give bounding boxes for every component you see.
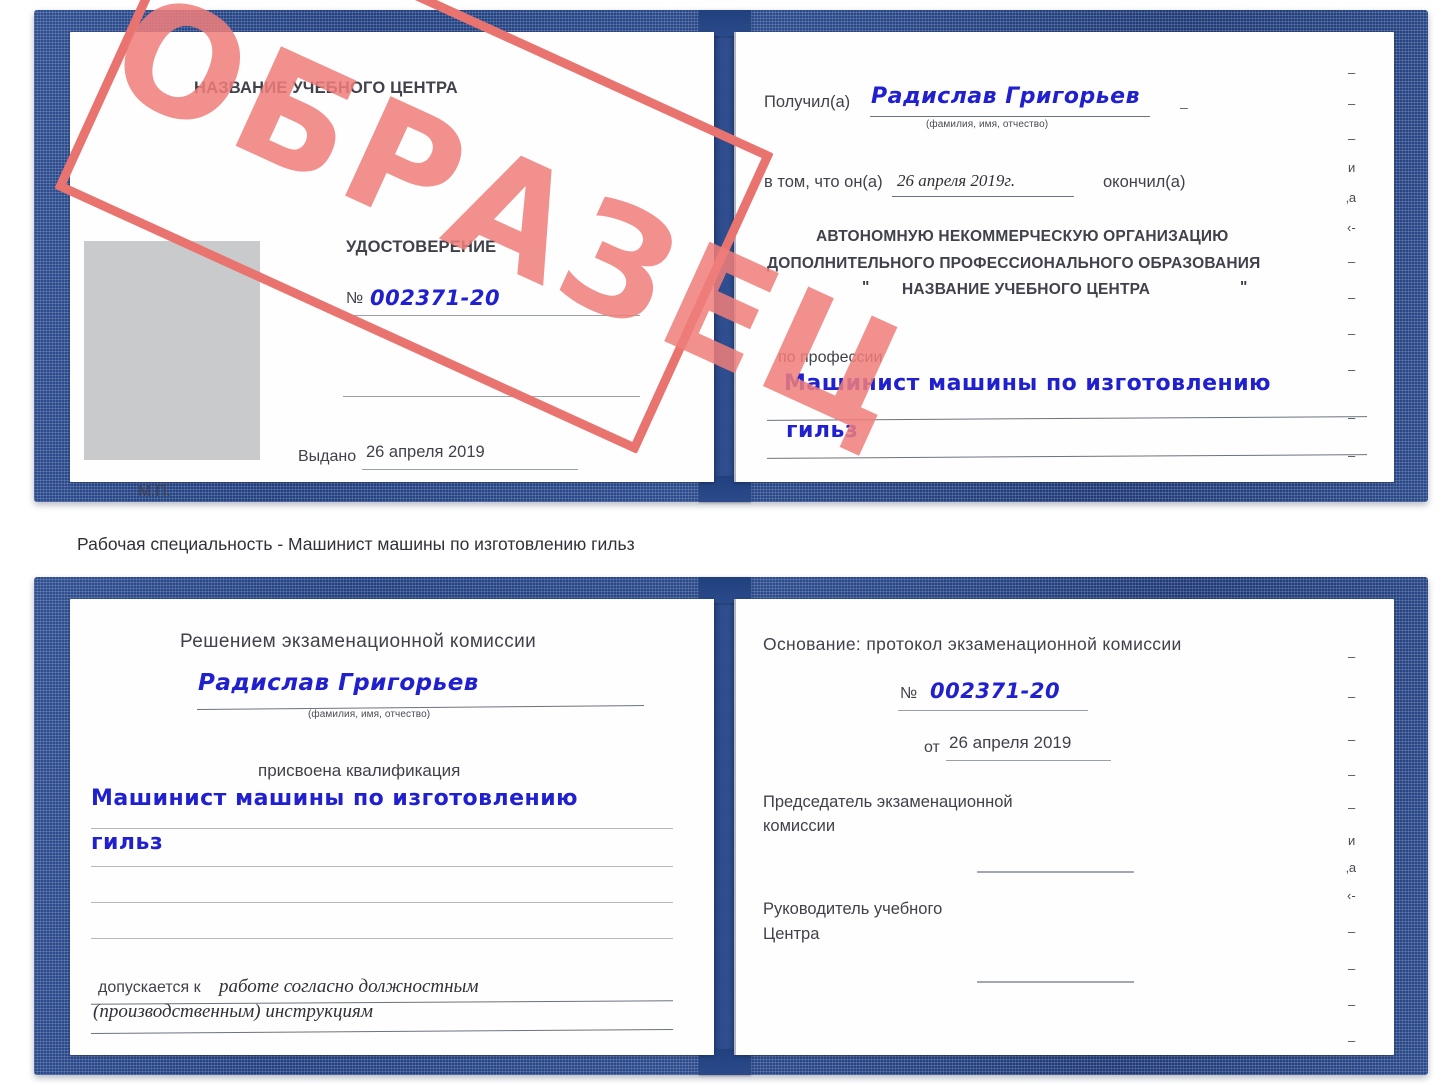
allowed-label: допускается к xyxy=(98,979,201,996)
issued-value: 26 апреля 2019 xyxy=(366,443,485,461)
organization-quote-close: " xyxy=(1240,279,1248,296)
allowed-value-line-2: (производственным) инструкциям xyxy=(93,1001,373,1022)
received-name-rule xyxy=(870,116,1150,117)
qualification-value-line-1: Машинист машины по изготовлению xyxy=(91,786,579,811)
commission-decision-heading: Решением экзаменационной комиссии xyxy=(180,631,537,652)
edge-fragment-b8: ‹- xyxy=(1347,888,1356,903)
edge-fragment-2: – xyxy=(1348,96,1356,111)
top-page-fold xyxy=(734,32,736,482)
qualification-rule-4 xyxy=(91,938,673,939)
photo-placeholder xyxy=(84,241,260,460)
edge-fragment-b3: – xyxy=(1348,732,1356,747)
basis-label: Основание: протокол экзаменационной коми… xyxy=(763,634,1182,654)
qualification-rule-2 xyxy=(91,866,673,867)
edge-fragment-9: – xyxy=(1348,326,1356,341)
top-right-page: Получил(а) Радислав Григорьев (фамилия, … xyxy=(734,32,1394,482)
bottom-right-page: Основание: протокол экзаменационной коми… xyxy=(734,599,1394,1055)
qualification-label: присвоена квалификация xyxy=(258,761,461,780)
edge-fragment-7: – xyxy=(1348,254,1356,269)
organization-line-2: ДОПОЛНИТЕЛЬНОГО ПРОФЕССИОНАЛЬНОГО ОБРАЗО… xyxy=(767,255,1261,272)
bottom-page-fold xyxy=(734,599,736,1055)
certificate-number-rule xyxy=(343,315,640,316)
completion-date-value: 26 апреля 2019г. xyxy=(897,171,1016,190)
seal-label: М.П. xyxy=(138,483,171,500)
certificate-number-label: № xyxy=(346,290,364,307)
edge-fragment-5: ‚а xyxy=(1346,190,1357,205)
organization-line-1: АВТОНОМНУЮ НЕКОММЕРЧЕСКУЮ ОРГАНИЗАЦИЮ xyxy=(816,228,1229,245)
head-label-line-1: Руководитель учебного xyxy=(763,900,943,918)
protocol-number-rule xyxy=(898,710,1088,711)
edge-fragment-6: ‹- xyxy=(1347,220,1356,235)
protocol-from-label: от xyxy=(924,739,940,756)
bottom-left-page: Решением экзаменационной комиссии Радисл… xyxy=(70,599,714,1055)
certificate-bottom: Решением экзаменационной комиссии Радисл… xyxy=(34,577,1428,1075)
edge-fragment-b2: – xyxy=(1348,689,1356,704)
edge-fragment-4: и xyxy=(1348,160,1356,175)
certificate-number-value: 002371-20 xyxy=(370,286,501,310)
issued-rule xyxy=(362,469,578,470)
received-name-value: Радислав Григорьев xyxy=(871,84,1141,109)
edge-fragment-8: – xyxy=(1348,290,1356,305)
chairman-signature-rule xyxy=(977,871,1134,873)
organization-quote-open: " xyxy=(862,279,870,296)
top-left-page: НАЗВАНИЕ УЧЕБНОГО ЦЕНТРА УДОСТОВЕРЕНИЕ №… xyxy=(70,32,714,499)
head-label-line-2: Центра xyxy=(763,925,820,943)
allowed-value-line-1: работе согласно должностным xyxy=(219,976,479,997)
finished-label: окончил(а) xyxy=(1103,173,1186,191)
protocol-from-rule xyxy=(946,760,1111,761)
protocol-number-label: № xyxy=(900,685,918,702)
edge-fragment-1: – xyxy=(1348,65,1356,80)
edge-fragment-b6: и xyxy=(1348,833,1356,848)
received-name-hint: (фамилия, имя, отчество) xyxy=(926,119,1049,130)
received-dash: – xyxy=(1180,99,1188,115)
protocol-from-value: 26 апреля 2019 xyxy=(949,733,1072,752)
edge-fragment-10: – xyxy=(1348,362,1356,377)
edge-fragment-b1: – xyxy=(1348,649,1356,664)
qualification-value-line-2: гильз xyxy=(91,830,164,855)
qualification-rule-1 xyxy=(91,828,673,829)
chairman-label-line-2: комиссии xyxy=(763,817,836,835)
edge-fragment-11: – xyxy=(1348,410,1356,425)
profession-rule-2 xyxy=(767,454,1367,459)
certificate-title: УДОСТОВЕРЕНИЕ xyxy=(346,238,497,256)
profession-value-line-1: Машинист машины по изготовлению xyxy=(784,371,1272,396)
training-center-name: НАЗВАНИЕ УЧЕБНОГО ЦЕНТРА xyxy=(194,79,458,97)
certificate-top: НАЗВАНИЕ УЧЕБНОГО ЦЕНТРА УДОСТОВЕРЕНИЕ №… xyxy=(34,0,1428,502)
profession-value-line-2: гильз xyxy=(786,418,859,443)
qualification-rule-3 xyxy=(91,902,673,903)
blank-rule-1 xyxy=(343,396,640,397)
edge-fragment-b9: – xyxy=(1348,924,1356,939)
graduate-name-hint: (фамилия, имя, отчество) xyxy=(308,709,431,720)
edge-fragment-b5: – xyxy=(1348,800,1356,815)
organization-line-3: НАЗВАНИЕ УЧЕБНОГО ЦЕНТРА xyxy=(902,281,1151,298)
completion-date-rule xyxy=(892,196,1074,197)
allowed-rule-2 xyxy=(91,1028,673,1035)
received-label: Получил(а) xyxy=(764,93,851,111)
edge-fragment-b11: – xyxy=(1348,997,1356,1012)
protocol-number-value: 002371-20 xyxy=(930,679,1061,703)
edge-fragment-b10: – xyxy=(1348,961,1356,976)
edge-fragment-3: – xyxy=(1348,131,1356,146)
edge-fragment-b7: ‚а xyxy=(1346,860,1357,875)
edge-fragment-b4: – xyxy=(1348,767,1356,782)
head-signature-rule xyxy=(977,981,1134,983)
profession-label: по профессии xyxy=(778,349,883,366)
edge-fragment-12: – xyxy=(1348,448,1356,463)
image-caption: Рабочая специальность - Машинист машины … xyxy=(77,534,635,554)
edge-fragment-b12: – xyxy=(1348,1033,1356,1048)
in-that-label: в том, что он(а) xyxy=(764,173,883,191)
issued-label: Выдано xyxy=(298,448,357,465)
chairman-label-line-1: Председатель экзаменационной xyxy=(763,793,1013,811)
graduate-name-value: Радислав Григорьев xyxy=(198,670,479,696)
